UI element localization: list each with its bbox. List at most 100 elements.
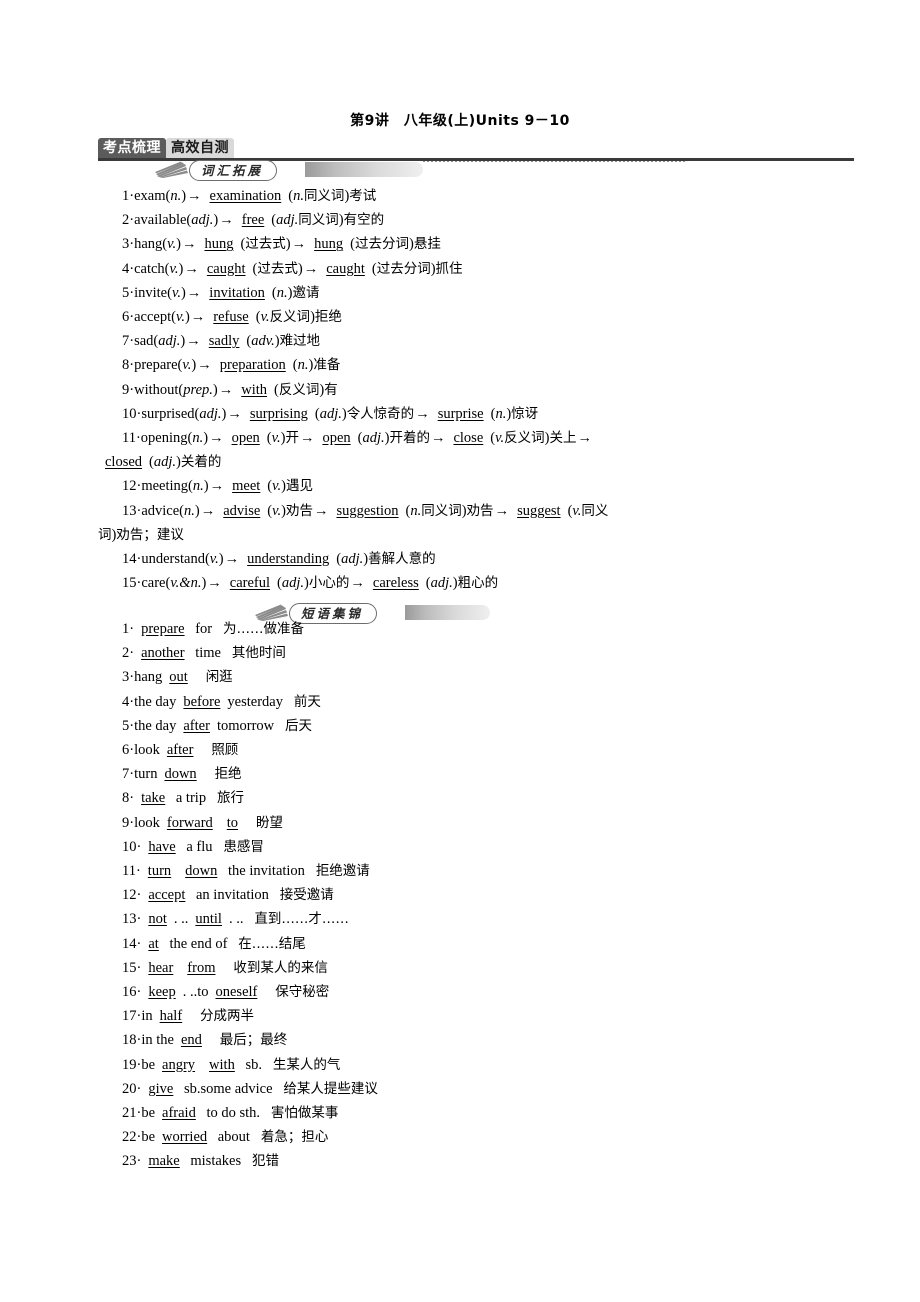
chinese-gloss: 拒绝 <box>214 766 242 783</box>
chinese-gloss: 生某人的气 <box>272 1056 341 1073</box>
phrase-item: 1· prepare for 为……做准备 <box>98 621 912 638</box>
chinese-gloss: 悬挂 <box>413 236 441 253</box>
pos-abbrev: adj. <box>430 575 453 592</box>
arrow-icon: → <box>184 260 199 277</box>
chinese-gloss: 闲逛 <box>205 669 233 686</box>
page-title: 第9讲 八年级(上)Units 9－10 <box>0 110 920 130</box>
chinese-gloss: 在……结尾 <box>238 935 306 952</box>
pos-abbrev: v.&n. <box>170 575 202 592</box>
arrow-icon: → <box>303 260 319 277</box>
phrase-item: 14· at the end of 在……结尾 <box>98 936 912 953</box>
item-number: 9· <box>122 814 135 831</box>
answer-blank: accept <box>148 887 186 904</box>
plain-text: hang <box>134 669 163 686</box>
answer-blank: advise <box>223 502 261 519</box>
answer-blank: have <box>148 838 176 855</box>
phrase-item: 13· not. .. until. .. 直到……才…… <box>98 911 912 928</box>
chinese-gloss: 为……做准备 <box>222 621 304 637</box>
item-number: 14· <box>122 935 142 952</box>
chinese-gloss: 过去分词 <box>354 236 409 253</box>
answer-blank: at <box>148 935 159 952</box>
answer-blank: until <box>195 911 222 928</box>
item-number: 4· <box>122 693 135 710</box>
tab-gaoxiao-zice[interactable]: 高效自测 <box>166 138 234 158</box>
banner-tail <box>405 605 490 620</box>
chinese-gloss: 患感冒 <box>223 838 264 855</box>
tab-kaodian-shuli[interactable]: 考点梳理 <box>98 138 166 158</box>
answer-blank: open <box>231 430 260 446</box>
plain-text: a trip <box>172 790 207 807</box>
chinese-gloss: 令人惊奇的 <box>346 405 415 422</box>
chinese-gloss: 反义词 <box>269 309 311 325</box>
chinese-gloss: 同义词 <box>298 212 339 229</box>
arrow-icon: → <box>350 575 365 592</box>
answer-blank: closed <box>105 454 143 471</box>
answer-blank: angry <box>162 1056 196 1073</box>
pos-abbrev: n. <box>184 502 195 519</box>
item-number: 5· <box>122 284 135 301</box>
pos-abbrev: adj. <box>341 551 364 567</box>
plain-text: catch( <box>134 260 170 277</box>
arrow-icon: → <box>577 430 592 446</box>
pos-abbrev: n. <box>293 188 304 204</box>
item-number: 21· <box>122 1105 142 1121</box>
plain-text: .. <box>177 911 189 928</box>
answer-blank: end <box>180 1032 202 1049</box>
plain-text: sb.some advice <box>180 1080 273 1097</box>
arrow-icon: → <box>186 284 202 301</box>
arrow-icon: → <box>299 430 315 446</box>
phrase-item: 18·in the end 最后；最终 <box>98 1032 912 1049</box>
item-number: 3· <box>122 236 135 253</box>
item-number: 7· <box>122 333 135 350</box>
answer-blank: down <box>164 766 197 783</box>
pos-abbrev: adj. <box>153 454 177 471</box>
answer-blank: out <box>169 669 188 686</box>
arrow-icon: → <box>209 478 225 495</box>
answer-blank: give <box>148 1080 174 1097</box>
answer-blank: careless <box>372 575 419 592</box>
pos-abbrev: v. <box>260 309 270 325</box>
plain-text: ) <box>218 551 224 567</box>
item-number: 16· <box>122 984 142 1000</box>
arrow-icon: → <box>218 381 234 398</box>
arrow-icon: → <box>227 405 242 422</box>
arrow-icon: → <box>430 430 446 446</box>
plain-text: ) <box>203 478 209 495</box>
item-number: 8· <box>122 357 135 374</box>
chinese-gloss: 盼望 <box>255 814 283 831</box>
plain-text: opening( <box>140 430 193 446</box>
vocabulary-item: 5·invite(v.)→ invitation (n.)邀请 <box>98 285 912 302</box>
plain-text: the invitation <box>224 863 305 879</box>
chinese-gloss: 遇见 <box>285 478 313 495</box>
chinese-gloss: 关上 <box>549 430 577 446</box>
phrase-item: 10· have a flu 患感冒 <box>98 839 912 856</box>
answer-blank: hung <box>204 236 234 253</box>
item-number: 14· <box>122 551 142 567</box>
chinese-gloss: 抓住 <box>435 260 463 277</box>
plain-text: surprised( <box>141 405 200 422</box>
chinese-gloss: 劝告 <box>466 502 494 519</box>
phrase-item: 22·be worried about 着急；担心 <box>98 1129 912 1146</box>
plain-text: a flu <box>182 838 213 855</box>
answer-blank: not <box>148 911 167 928</box>
item-number: 17· <box>122 1008 142 1025</box>
page-title-text: 第9讲 八年级(上)Units 9－10 <box>350 113 570 129</box>
fan-ornament-icon <box>255 604 288 621</box>
pos-abbrev: adj. <box>199 405 222 422</box>
pos-abbrev: n. <box>170 188 182 204</box>
item-number: 1· <box>122 188 135 204</box>
plain-text: care( <box>141 575 171 592</box>
plain-text: in the <box>141 1032 174 1049</box>
vocabulary-item: 13·advice(n.)→ advise (v.)劝告→ suggestion (n.… <box>98 503 912 520</box>
section-tabbar: 考点梳理 高效自测 <box>98 138 854 160</box>
item-number: 19· <box>122 1056 142 1073</box>
